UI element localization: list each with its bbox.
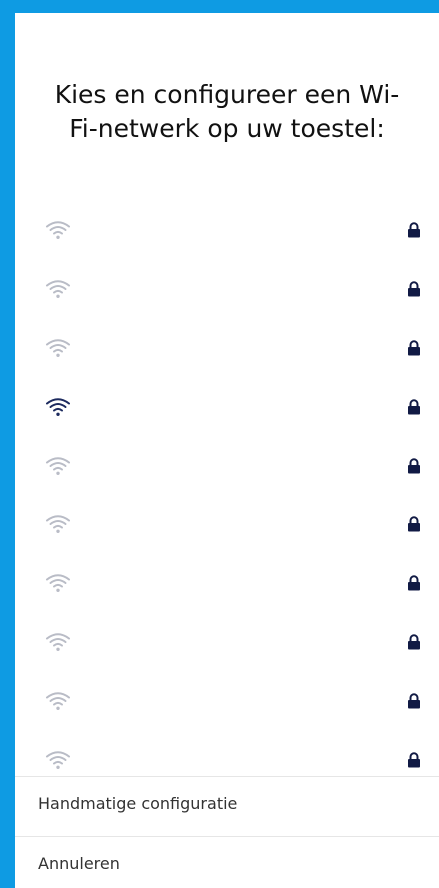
lock-icon — [407, 693, 421, 709]
wifi-icon — [45, 632, 71, 652]
network-list-item[interactable] — [15, 613, 439, 672]
lock-icon — [407, 575, 421, 591]
network-list-item[interactable] — [15, 495, 439, 554]
divider — [15, 776, 439, 777]
network-list — [15, 201, 439, 789]
lock-icon — [407, 751, 421, 768]
cancel-button[interactable]: Annuleren — [38, 854, 120, 873]
lock-icon — [407, 281, 421, 297]
wifi-icon — [45, 691, 71, 711]
wifi-picker-dialog: Kies en configureer een Wi-Fi-netwerk op… — [15, 13, 439, 888]
wifi-icon — [45, 279, 71, 299]
manual-config-button[interactable]: Handmatige configuratie — [38, 794, 237, 813]
lock-icon — [407, 516, 421, 532]
network-list-item[interactable] — [15, 201, 439, 260]
lock-icon — [407, 340, 421, 356]
wifi-icon — [45, 456, 71, 476]
wifi-icon — [45, 514, 71, 534]
network-list-item[interactable] — [15, 671, 439, 730]
divider — [15, 836, 439, 837]
dialog-title: Kies en configureer een Wi-Fi-netwerk op… — [54, 80, 400, 143]
network-list-item[interactable] — [15, 319, 439, 378]
wifi-icon — [45, 397, 71, 417]
wifi-icon — [45, 220, 71, 240]
lock-icon — [407, 634, 421, 650]
wifi-icon — [45, 573, 71, 593]
wifi-icon — [45, 750, 71, 770]
network-list-item[interactable] — [15, 260, 439, 319]
lock-icon — [407, 222, 421, 238]
network-list-item[interactable] — [15, 554, 439, 613]
network-list-item[interactable] — [15, 436, 439, 495]
network-list-item[interactable] — [15, 730, 439, 789]
lock-icon — [407, 457, 421, 474]
wifi-icon — [45, 338, 71, 358]
network-list-item[interactable] — [15, 377, 439, 436]
lock-icon — [407, 399, 421, 415]
